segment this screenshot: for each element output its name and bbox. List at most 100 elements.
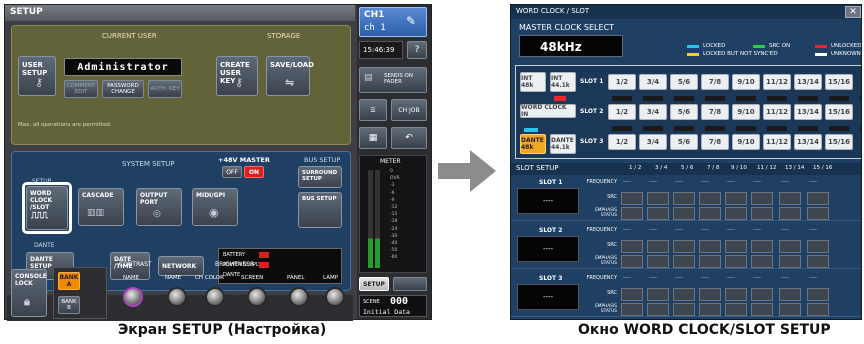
console-lock-button[interactable]: CONSOLE LOCK 🔒︎ xyxy=(11,269,47,317)
setup-tab-button[interactable]: SETUP xyxy=(359,277,389,291)
bank-b-button[interactable]: BANK B xyxy=(58,296,80,314)
power-supply-indicator xyxy=(259,262,269,268)
slot1-ch-7-8-button[interactable]: 7/8 xyxy=(701,74,729,90)
clock-word-clock-in-button[interactable]: WORD CLOCK IN xyxy=(520,104,576,118)
slot1-ch-1-2-button[interactable]: 1/2 xyxy=(608,74,636,90)
frequency-value: ---- xyxy=(781,275,789,281)
src-toggle[interactable] xyxy=(699,192,721,205)
create-user-key-button[interactable]: CREATE USER KEY ⚷ xyxy=(216,56,258,96)
src-toggle[interactable] xyxy=(751,192,773,205)
brightness-name-knob[interactable] xyxy=(167,287,187,307)
sends-on-fader-button[interactable]: SENDS ON FADER ▤ xyxy=(359,67,427,93)
auth-key-button[interactable]: AUTH. KEY xyxy=(148,80,182,98)
contrast-knob[interactable] xyxy=(123,287,143,307)
user-setup-button[interactable]: USER SETUP ⚷ xyxy=(18,56,56,96)
col-header-13-14: 13 / 14 xyxy=(785,165,805,171)
slot-setup-slot-name: SLOT 1 xyxy=(539,179,563,186)
channel-display[interactable]: CH1 ch 1 ✎ xyxy=(359,7,427,37)
bus-setup-button[interactable]: BUS SETUP xyxy=(298,192,342,228)
comment-edit-button[interactable]: COMMENT EDIT xyxy=(64,80,98,98)
brightness-lamp-knob[interactable] xyxy=(325,287,345,307)
slot2-ch-7-8-button[interactable]: 7/8 xyxy=(701,104,729,120)
slot3-ch-3-4-button[interactable]: 3/4 xyxy=(639,134,667,150)
user-defined-button[interactable]: ☰ xyxy=(359,99,387,121)
slot2-ch-13-14-button[interactable]: 13/14 xyxy=(794,104,822,120)
src-toggle[interactable] xyxy=(725,288,747,301)
brightness-screen-knob[interactable] xyxy=(247,287,267,307)
clock-int-48k-button[interactable]: INT 48k xyxy=(520,72,546,92)
slot1-ch-15-16-button[interactable]: 15/16 xyxy=(825,74,853,90)
slot2-ch-11-12-button[interactable]: 11/12 xyxy=(763,104,791,120)
brightness-ch-color-knob[interactable] xyxy=(205,287,225,307)
src-toggle[interactable] xyxy=(725,240,747,253)
slot3-ch-1-2-button[interactable]: 1/2 xyxy=(608,134,636,150)
src-toggle[interactable] xyxy=(725,192,747,205)
src-toggle[interactable] xyxy=(779,240,801,253)
output-port-button[interactable]: OUTPUT PORT ◎ xyxy=(136,188,182,226)
slot1-ch-13-14-button[interactable]: 13/14 xyxy=(794,74,822,90)
src-toggle[interactable] xyxy=(647,288,669,301)
phantom-on-button[interactable]: ON xyxy=(244,166,264,178)
frequency-value: ---- xyxy=(675,179,683,185)
meter-scale-label: 0 xyxy=(390,169,393,174)
slot3-ch-7-8-button[interactable]: 7/8 xyxy=(701,134,729,150)
src-toggle[interactable] xyxy=(673,288,695,301)
blank-tab-button[interactable] xyxy=(393,277,427,291)
slot2-ch-9-10-button[interactable]: 9/10 xyxy=(732,104,760,120)
slot3-ch-11-12-button[interactable]: 11/12 xyxy=(763,134,791,150)
clock-dante-441k-button[interactable]: DANTE 44.1k xyxy=(550,134,576,154)
ch-job-button[interactable]: CH JOB xyxy=(391,99,427,121)
slot1-ch-11-12-button[interactable]: 11/12 xyxy=(763,74,791,90)
cascade-button[interactable]: CASCADE ▥▥ xyxy=(78,188,124,226)
src-toggle[interactable] xyxy=(807,288,829,301)
help-button[interactable]: ? xyxy=(407,41,427,59)
slot2-ch-15-16-button[interactable]: 15/16 xyxy=(825,104,853,120)
slot3-ch-9-10-button[interactable]: 9/10 xyxy=(732,134,760,150)
surround-setup-button[interactable]: SURROUND SETUP xyxy=(298,166,342,188)
phantom-off-button[interactable]: OFF xyxy=(222,166,242,178)
password-change-button[interactable]: PASSWORD CHANGE xyxy=(102,80,144,98)
src-toggle[interactable] xyxy=(621,288,643,301)
clock-dante-48k-button[interactable]: DANTE 48k xyxy=(520,134,546,154)
slot1-ch-5-6-button[interactable]: 5/6 xyxy=(670,74,698,90)
frequency-value: ---- xyxy=(649,179,657,185)
slot1-ch-3-4-button[interactable]: 3/4 xyxy=(639,74,667,90)
undo-button[interactable]: ↶ xyxy=(391,127,427,149)
midi-gpi-button[interactable]: MIDI/GPI ◉ xyxy=(192,188,238,226)
slot2-ch-5-6-button[interactable]: 5/6 xyxy=(670,104,698,120)
slot3-ch-13-14-button[interactable]: 13/14 xyxy=(794,134,822,150)
brightness-panel-label: PANEL xyxy=(287,275,305,281)
src-toggle[interactable] xyxy=(647,240,669,253)
close-button[interactable]: ✕ xyxy=(845,6,861,18)
src-toggle[interactable] xyxy=(779,192,801,205)
meter-scale-label: -60 xyxy=(390,255,398,261)
slot-setup-slot-name: SLOT 2 xyxy=(539,227,563,234)
word-clock-slot-button[interactable]: WORD CLOCK /SLOT ⎍⎍⎍ xyxy=(26,186,68,230)
slot2-ch-1-2-button[interactable]: 1/2 xyxy=(608,104,636,120)
src-toggle[interactable] xyxy=(621,192,643,205)
save-load-button[interactable]: SAVE/LOAD ⇋ xyxy=(266,56,314,96)
bank-a-button[interactable]: BANK A xyxy=(58,272,80,290)
src-toggle[interactable] xyxy=(751,288,773,301)
src-toggle[interactable] xyxy=(807,192,829,205)
src-toggle[interactable] xyxy=(807,240,829,253)
src-toggle[interactable] xyxy=(673,240,695,253)
src-toggle[interactable] xyxy=(779,288,801,301)
slot1-ch-9-10-button[interactable]: 9/10 xyxy=(732,74,760,90)
library-button[interactable]: ▦ xyxy=(359,127,387,149)
src-toggle[interactable] xyxy=(699,240,721,253)
slot3-label: SLOT 3 xyxy=(580,138,604,145)
src-toggle[interactable] xyxy=(699,288,721,301)
src-toggle[interactable] xyxy=(621,240,643,253)
channel-number: CH1 xyxy=(364,10,385,20)
slot2-ch-3-4-button[interactable]: 3/4 xyxy=(639,104,667,120)
slot3-ch-15-16-button[interactable]: 15/16 xyxy=(825,134,853,150)
brightness-panel-knob[interactable] xyxy=(289,287,309,307)
scene-display[interactable]: SCENE 000 Initial Data xyxy=(359,295,427,317)
network-button[interactable]: NETWORK xyxy=(158,256,204,276)
src-toggle[interactable] xyxy=(647,192,669,205)
slot3-ch-5-6-button[interactable]: 5/6 xyxy=(670,134,698,150)
src-toggle[interactable] xyxy=(673,192,695,205)
src-toggle[interactable] xyxy=(751,240,773,253)
clock-int-441k-button[interactable]: INT 44.1k xyxy=(550,72,576,92)
